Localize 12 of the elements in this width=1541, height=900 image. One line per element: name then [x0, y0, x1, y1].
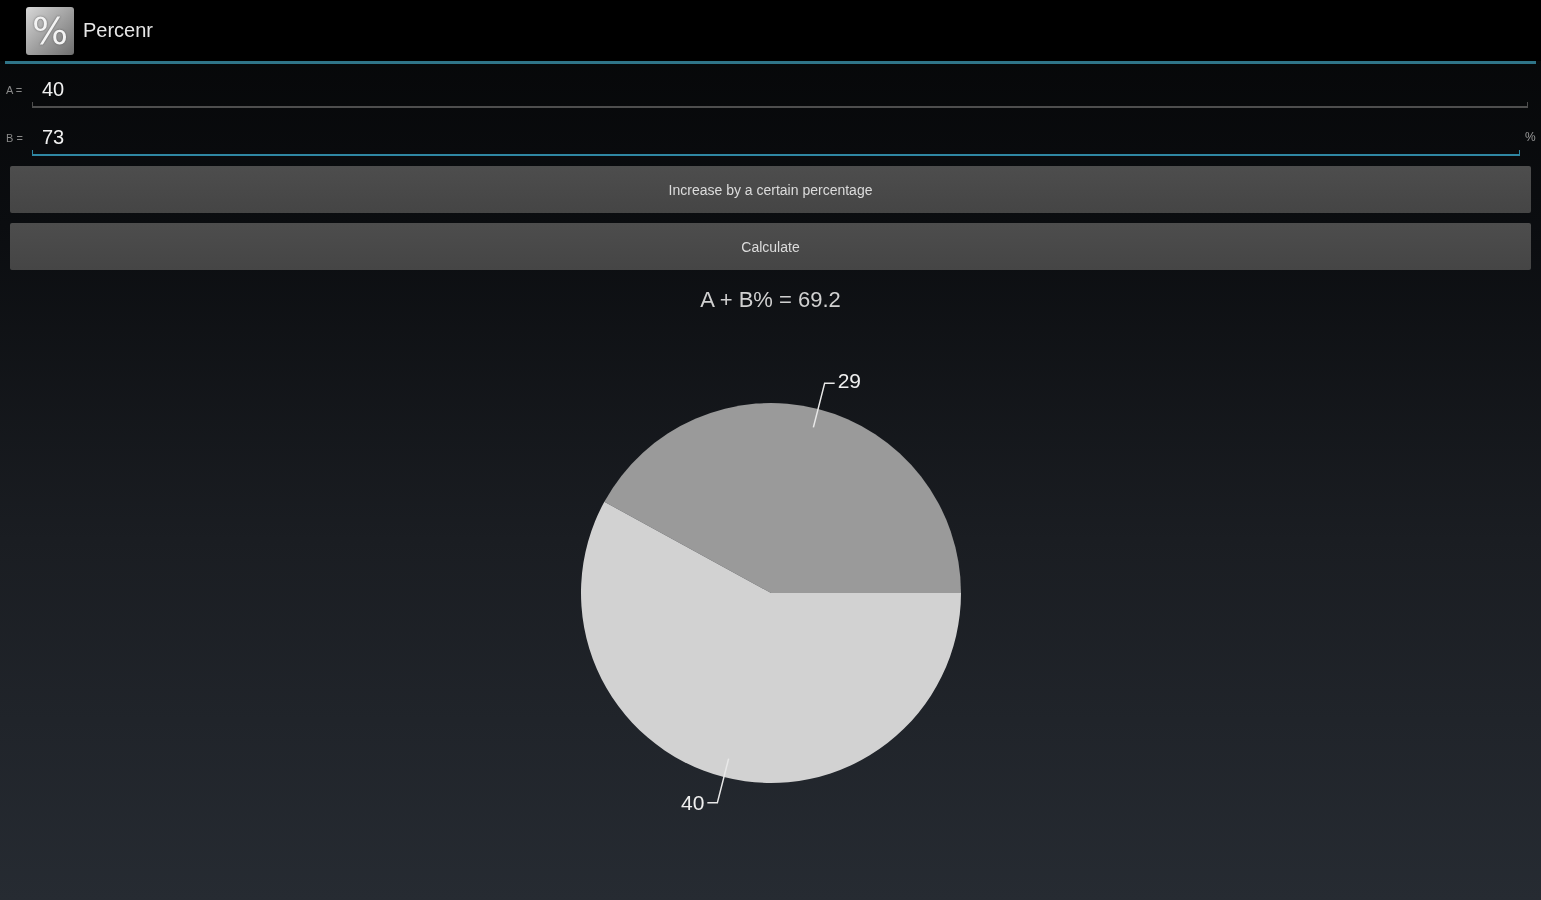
field-label: B = [5, 132, 24, 144]
action-button[interactable]: Calculate [10, 223, 1531, 270]
data-label: 40 [680, 791, 704, 815]
app-title: Percenr [83, 19, 154, 42]
field-label: A = [5, 84, 24, 96]
action-button[interactable]: Increase by a certain percentage [10, 166, 1531, 213]
app-logo: % [26, 6, 74, 55]
leader-line [706, 757, 729, 804]
data-label: 29 [837, 368, 861, 392]
leader-line [812, 382, 835, 429]
unit-label: % [1524, 130, 1537, 144]
result-text: A + B% = 69.2 [700, 287, 841, 313]
